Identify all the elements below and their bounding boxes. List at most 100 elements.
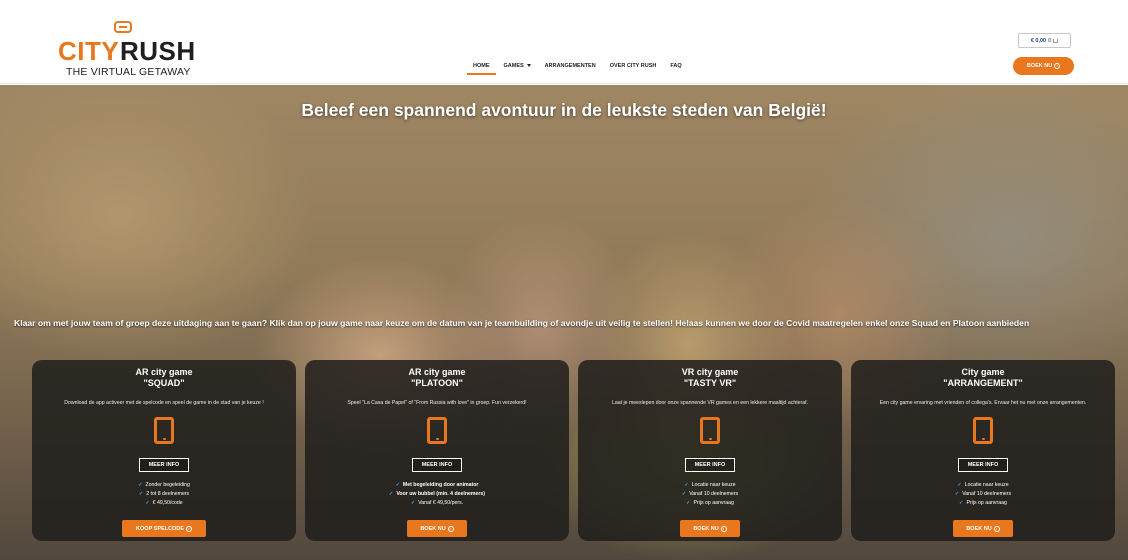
card-description: Laat je meeslepen door onze spannende VR… — [611, 400, 809, 406]
site-header: CITY RUSH THE VIRTUAL GETAWAY HOME GAMES… — [0, 0, 1128, 84]
card-title-line2: "PLATOON" — [411, 378, 463, 388]
boek-nu-button[interactable]: BOEK NU › — [680, 520, 740, 537]
feature-item: ✓ Locatie naar keuze — [578, 481, 842, 490]
feature-item: ✓ Vanaf € 49,50/pers. — [305, 499, 569, 508]
feature-item: ✓ 2 tot 8 deelnemers — [32, 490, 296, 499]
card-button-label: BOEK NU — [693, 525, 719, 532]
arrow-circle-icon: › — [1054, 63, 1061, 69]
feature-item: ✓ Prijs op aanvraag — [851, 499, 1115, 508]
hero-title: Beleef een spannend avontuur in de leuks… — [301, 100, 827, 120]
card-title-line2: "ARRANGEMENT" — [943, 378, 1023, 388]
card-button-label: BOEK NU — [420, 525, 446, 532]
check-icon: ✓ — [388, 491, 394, 497]
feature-item: ✓ Voor uw bubbel (min. 4 deelnemers) — [305, 490, 569, 499]
hero-section: Beleef een spannend avontuur in de leuks… — [0, 85, 1128, 560]
feature-list: ✓ Zonder begeleiding ✓ 2 tot 8 deelnemers … — [32, 481, 296, 508]
city-rush-logo[interactable]: CITY RUSH THE VIRTUAL GETAWAY — [58, 18, 208, 78]
koop-spelcode-button[interactable]: KOOP SPELCODE › — [122, 520, 206, 537]
feature-text: Prijs op aanvraag — [966, 500, 1007, 506]
cart-amount: € 0,00 — [1030, 37, 1047, 44]
check-icon: ✓ — [959, 500, 964, 506]
check-icon: ✓ — [395, 482, 400, 488]
feature-item: ✓ Zonder begeleiding — [32, 481, 296, 490]
check-icon: ✓ — [145, 500, 150, 506]
meer-info-button[interactable]: MEER INFO — [139, 458, 189, 472]
feature-text: Vanaf € 49,50/pers. — [418, 500, 464, 506]
vr-headset-icon — [114, 21, 132, 33]
nav-over-city-rush[interactable]: OVER CITY RUSH — [603, 61, 664, 75]
card-button-label: BOEK NU — [966, 525, 992, 532]
arrow-circle-icon: › — [447, 525, 454, 532]
card-title-line1: AR city game — [135, 367, 193, 377]
logo-tagline: THE VIRTUAL GETAWAY — [66, 66, 191, 78]
arrow-circle-icon: › — [993, 525, 1000, 532]
feature-text: Prijs op aanvraag — [693, 500, 734, 506]
game-card-tasty-vr: VR city game "TASTY VR" Laat je meeslepe… — [578, 360, 842, 541]
feature-item: ✓ Vanaf 10 deelnemers — [851, 490, 1115, 499]
check-icon: ✓ — [138, 491, 144, 497]
feature-text: Locatie naar keuze — [964, 482, 1009, 488]
nav-arrangementen[interactable]: ARRANGEMENTEN — [538, 61, 603, 75]
card-title-line1: City game — [961, 367, 1005, 377]
check-icon: ✓ — [686, 500, 691, 506]
card-title: AR city game "PLATOON" — [305, 367, 569, 389]
game-card-arrangement: City game "ARRANGEMENT" Een city game er… — [851, 360, 1115, 541]
feature-text: Zonder begeleiding — [145, 482, 190, 488]
hero-subtitle: Klaar om met jouw team of groep deze uit… — [14, 318, 1030, 328]
nav-games-label: GAMES — [503, 63, 524, 69]
nav-home[interactable]: HOME — [466, 61, 497, 75]
card-title-line1: AR city game — [408, 367, 466, 377]
chevron-down-icon — [526, 64, 531, 68]
cart-count: 0 — [1048, 37, 1052, 44]
check-icon: ✓ — [410, 500, 416, 506]
feature-text: Locatie naar keuze — [691, 482, 736, 488]
card-title: City game "ARRANGEMENT" — [851, 367, 1115, 389]
feature-item: ✓ Met begeleiding door animator — [305, 481, 569, 490]
card-title-line2: "TASTY VR" — [683, 378, 737, 388]
feature-item: ✓ € 49,50/code — [32, 499, 296, 508]
feature-item: ✓ Locatie naar keuze — [851, 481, 1115, 490]
card-description: Een city game ervaring met vrienden of c… — [879, 400, 1087, 406]
feature-item: ✓ Vanaf 10 deelnemers — [578, 490, 842, 499]
feature-text: Voor uw bubbel (min. 4 deelnemers) — [396, 491, 486, 497]
card-description: Download de app activeer met de spelcode… — [64, 400, 264, 406]
tablet-icon — [154, 417, 174, 444]
nav-games[interactable]: GAMES — [497, 61, 538, 75]
header-book-button[interactable]: BOEK NU › — [1013, 57, 1074, 75]
card-title: VR city game "TASTY VR" — [578, 367, 842, 389]
feature-text: Vanaf 10 deelnemers — [689, 491, 739, 497]
check-icon: ✓ — [957, 482, 962, 488]
card-description: Speel "La Casa de Papel" of "From Russia… — [347, 400, 527, 406]
meer-info-button[interactable]: MEER INFO — [958, 458, 1008, 472]
check-icon: ✓ — [681, 491, 687, 497]
feature-text: € 49,50/code — [152, 500, 183, 506]
boek-nu-button[interactable]: BOEK NU › — [953, 520, 1013, 537]
feature-text: 2 tot 8 deelnemers — [146, 491, 190, 497]
game-card-platoon: AR city game "PLATOON" Speel "La Casa de… — [305, 360, 569, 541]
header-book-label: BOEK NU — [1026, 63, 1053, 69]
arrow-circle-icon: › — [720, 525, 727, 532]
nav-faq[interactable]: FAQ — [663, 61, 688, 75]
arrow-circle-icon: › — [185, 525, 192, 532]
tablet-icon — [427, 417, 447, 444]
feature-text: Vanaf 10 deelnemers — [962, 491, 1012, 497]
meer-info-button[interactable]: MEER INFO — [412, 458, 462, 472]
feature-list: ✓ Locatie naar keuze ✓ Vanaf 10 deelnemers… — [851, 481, 1115, 508]
tablet-icon — [973, 417, 993, 444]
feature-item: ✓ Prijs op aanvraag — [578, 499, 842, 508]
meer-info-button[interactable]: MEER INFO — [685, 458, 735, 472]
check-icon: ✓ — [138, 482, 143, 488]
card-title: AR city game "SQUAD" — [32, 367, 296, 389]
card-button-label: KOOP SPELCODE — [136, 525, 184, 532]
check-icon: ✓ — [954, 491, 960, 497]
cart-button[interactable]: € 0,00 0 — [1018, 33, 1071, 48]
tablet-icon — [700, 417, 720, 444]
card-title-line1: VR city game — [681, 367, 739, 377]
main-nav: HOME GAMES ARRANGEMENTEN OVER CITY RUSH … — [466, 61, 689, 75]
boek-nu-button[interactable]: BOEK NU › — [407, 520, 467, 537]
feature-list: ✓ Met begeleiding door animator ✓ Voor uw … — [305, 481, 569, 508]
feature-text: Met begeleiding door animator — [402, 482, 479, 488]
feature-list: ✓ Locatie naar keuze ✓ Vanaf 10 deelnemers… — [578, 481, 842, 508]
logo-word-rush: RUSH — [120, 36, 196, 66]
game-card-squad: AR city game "SQUAD" Download de app act… — [32, 360, 296, 541]
